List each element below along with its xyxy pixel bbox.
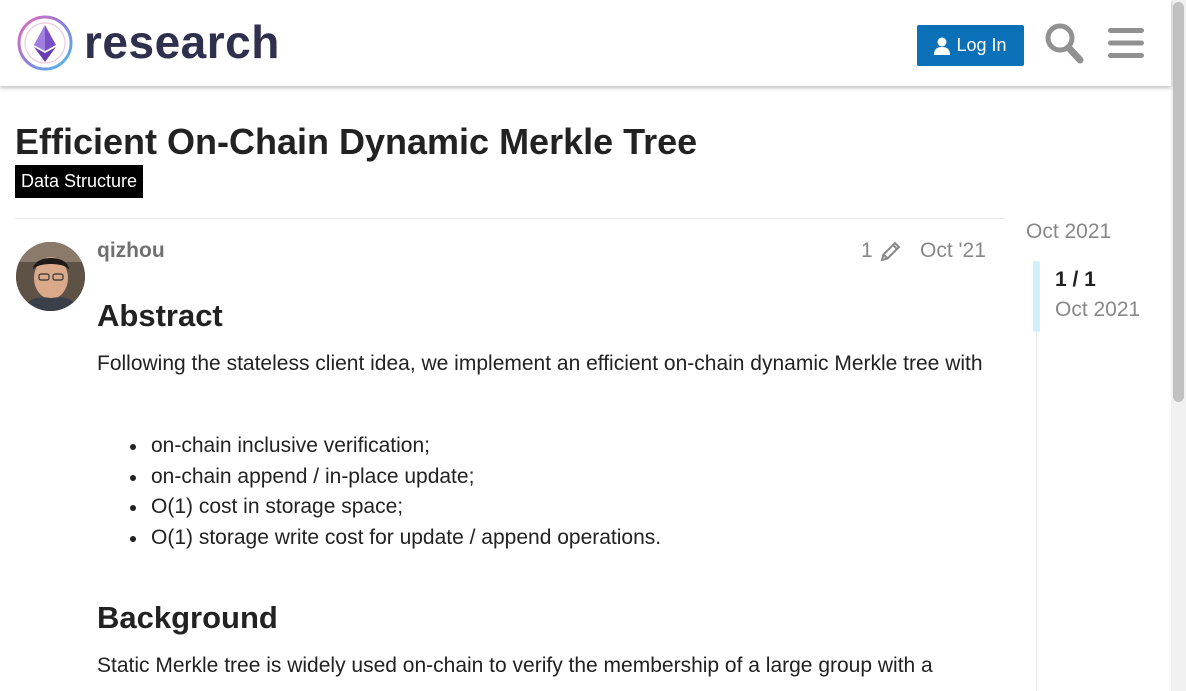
list-item: O(1) cost in storage space; [129, 492, 661, 523]
feature-list: on-chain inclusive verification; on-chai… [129, 431, 661, 554]
edit-count: 1 [861, 239, 873, 262]
post-date[interactable]: Oct '21 [920, 239, 986, 263]
site-header: research Log In [0, 0, 1171, 86]
login-label: Log In [956, 35, 1007, 55]
edit-history-button[interactable]: 1 [861, 239, 903, 263]
avatar-image [16, 242, 85, 311]
hamburger-menu-icon[interactable] [1107, 24, 1145, 62]
post-author[interactable]: qizhou [97, 239, 165, 263]
category-badge[interactable]: Data Structure [15, 165, 144, 198]
search-icon[interactable] [1044, 22, 1084, 64]
timeline-position: 1 / 1 [1055, 268, 1096, 291]
topic-title[interactable]: Efficient On-Chain Dynamic Merkle Tree [15, 118, 697, 166]
background-heading: Background [97, 600, 278, 635]
scrollbar-thumb[interactable] [1173, 2, 1184, 402]
title-divider [15, 218, 1004, 219]
timeline-current-date: Oct 2021 [1055, 298, 1141, 321]
avatar[interactable] [16, 242, 85, 311]
abstract-heading: Abstract [97, 298, 223, 333]
list-item: on-chain append / in-place update; [129, 462, 661, 493]
timeline-start-date[interactable]: Oct 2021 [1026, 220, 1111, 244]
site-name[interactable]: research [84, 12, 280, 72]
user-icon [934, 37, 951, 55]
timeline-handle[interactable] [1033, 261, 1040, 332]
list-item: on-chain inclusive verification; [129, 431, 661, 462]
list-item: O(1) storage write cost for update / app… [129, 523, 661, 554]
pencil-icon [880, 241, 901, 262]
login-button[interactable]: Log In [917, 25, 1024, 66]
background-paragraph: Static Merkle tree is widely used on-cha… [97, 654, 933, 677]
research-logo-icon[interactable] [16, 14, 74, 72]
abstract-paragraph: Following the stateless client idea, we … [97, 352, 983, 375]
